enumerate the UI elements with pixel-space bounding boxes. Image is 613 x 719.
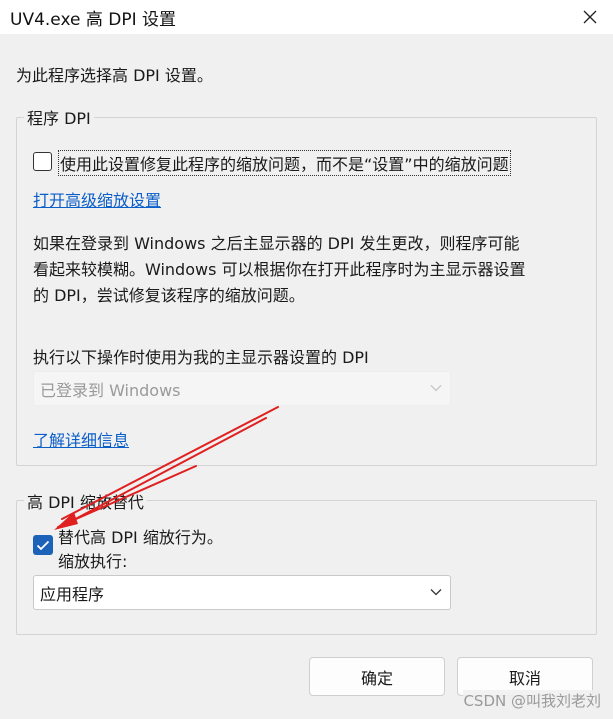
dpi-description: 如果在登录到 Windows 之后主显示器的 DPI 发生更改，则程序可能 看起… (33, 231, 588, 309)
dpi-description-line: 的 DPI，尝试修复该程序的缩放问题。 (33, 286, 305, 305)
chevron-down-icon (430, 589, 442, 596)
zoom-performed-label: 缩放执行: (58, 552, 128, 571)
checkmark-icon (36, 540, 50, 550)
dpi-select-label: 执行以下操作时使用为我的主显示器设置的 DPI (33, 348, 369, 367)
watermark: CSDN @叫我刘老刘 (463, 690, 601, 711)
program-dpi-checkbox[interactable] (33, 152, 52, 171)
close-icon (583, 10, 597, 24)
window-title: UV4.exe 高 DPI 设置 (10, 10, 177, 30)
dpi-description-line: 看起来较模糊。Windows 可以根据你在打开此程序时为主显示器设置 (33, 260, 526, 279)
dpi-description-line: 如果在登录到 Windows 之后主显示器的 DPI 发生更改，则程序可能 (33, 234, 520, 253)
dpi-timing-select-value: 已登录到 Windows (40, 380, 181, 400)
close-button[interactable] (567, 0, 613, 34)
advanced-scaling-link[interactable]: 打开高级缩放设置 (33, 187, 161, 211)
program-dpi-legend: 程序 DPI (24, 105, 94, 129)
ok-button[interactable]: 确定 (309, 657, 445, 696)
override-checkbox[interactable] (33, 535, 53, 555)
override-checkbox-label[interactable]: 替代高 DPI 缩放行为。 (58, 524, 223, 548)
chevron-down-icon (430, 385, 442, 392)
dpi-timing-select: 已登录到 Windows (33, 371, 451, 406)
zoom-performed-select[interactable]: 应用程序 (33, 575, 451, 610)
program-dpi-checkbox-label[interactable]: 使用此设置修复此程序的缩放问题，而不是“设置”中的缩放问题 (58, 150, 511, 176)
learn-more-link[interactable]: 了解详细信息 (33, 427, 129, 451)
override-legend: 高 DPI 缩放替代 (24, 489, 147, 513)
intro-text: 为此程序选择高 DPI 设置。 (16, 66, 213, 85)
title-bar: UV4.exe 高 DPI 设置 (0, 0, 613, 34)
zoom-performed-select-value: 应用程序 (40, 584, 105, 604)
